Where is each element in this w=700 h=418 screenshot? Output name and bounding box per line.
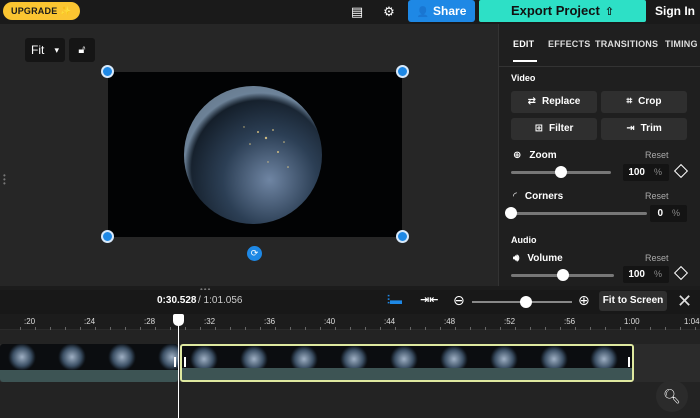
trim-icon: ⇥ xyxy=(626,123,635,134)
filter-button[interactable]: ⊞ Filter xyxy=(511,118,597,140)
rotate-handle[interactable]: ⟳ xyxy=(247,246,262,261)
total-duration: / 1:01.056 xyxy=(198,295,243,306)
crop-button[interactable]: ⌗ Crop xyxy=(601,91,687,113)
timeline-tracks xyxy=(0,330,700,418)
tab-edit[interactable]: EDIT xyxy=(513,39,534,49)
tab-timing[interactable]: TIMING xyxy=(665,39,698,49)
ruler-label: :20 xyxy=(24,317,36,326)
export-icon: ⇧ xyxy=(604,6,615,18)
video-section-title: Video xyxy=(511,73,536,83)
volume-label: 🔊︎ Volume xyxy=(513,253,563,264)
ruler-label: :32 xyxy=(204,317,216,326)
close-icon[interactable]: ✕ xyxy=(677,290,692,312)
clip-trim-handle-left[interactable] xyxy=(184,357,186,367)
volume-reset-button[interactable]: Reset xyxy=(645,253,669,263)
volume-keyframe-button[interactable] xyxy=(673,265,689,281)
tab-transitions[interactable]: TRANSITIONS xyxy=(595,39,658,49)
zoom-icon: ⊕ xyxy=(513,150,522,161)
timeline-toolbar: 0:30.528 / 1:01.056 ⫶▬ ⇥⇤ ⊖ ⊕ Fit to Scr… xyxy=(0,290,700,314)
zoom-out-icon[interactable]: ⊖ xyxy=(453,292,465,309)
ruler-label: :24 xyxy=(84,317,96,326)
crop-icon: ⌗ xyxy=(626,96,633,107)
resize-handle-top-right[interactable] xyxy=(396,65,409,78)
filter-icon: ⊞ xyxy=(534,123,543,134)
sparkle-icon: ✨ xyxy=(60,6,72,16)
clip-thumbnails xyxy=(0,344,178,370)
corners-slider[interactable] xyxy=(511,212,647,215)
ruler-label: :36 xyxy=(264,317,276,326)
unlock-icon: 🔓︎ xyxy=(78,44,86,56)
trim-button[interactable]: ⇥ Trim xyxy=(601,118,687,140)
video-clip[interactable] xyxy=(0,344,178,382)
replace-icon: ⇄ xyxy=(527,96,537,107)
ruler-label: 1:04 xyxy=(684,317,700,326)
search-icon: 🔍︎ xyxy=(663,388,681,404)
resize-handle-bottom-right[interactable] xyxy=(396,230,409,243)
corners-value-field[interactable]: 0% xyxy=(650,205,687,222)
resize-handle-top-left[interactable] xyxy=(101,65,114,78)
speaker-icon: 🔊︎ xyxy=(513,253,520,264)
ruler-label: :48 xyxy=(444,317,456,326)
share-button[interactable]: 👤 Share xyxy=(408,0,475,22)
vertical-splitter[interactable]: • • • xyxy=(3,172,6,188)
zoom-reset-button[interactable]: Reset xyxy=(645,150,669,160)
rotate-icon: ⟳ xyxy=(250,248,259,258)
ruler-label: 1:00 xyxy=(624,317,640,326)
close-gaps-icon[interactable]: ⇥⇤ xyxy=(420,293,438,306)
preview-area: Fit ▾ 🔓︎ • • • ⟳ xyxy=(0,24,498,286)
replace-button[interactable]: ⇄ Replace xyxy=(511,91,597,113)
chevron-down-icon: ▾ xyxy=(54,45,59,55)
aspect-lock-button[interactable]: 🔓︎ xyxy=(69,38,95,62)
playhead-line[interactable] xyxy=(178,318,179,418)
earth-video-frame xyxy=(184,86,322,224)
divider xyxy=(499,66,700,67)
export-project-button[interactable]: Export Project ⇧ xyxy=(479,0,646,22)
zoom-label: ⊕ Zoom xyxy=(513,150,557,161)
corners-slider-thumb[interactable] xyxy=(505,207,517,219)
playhead-handle[interactable] xyxy=(173,314,184,326)
properties-panel: EDIT EFFECTS TRANSITIONS TIMING Video ⇄ R… xyxy=(498,24,700,286)
volume-slider-thumb[interactable] xyxy=(556,269,569,281)
search-button[interactable]: 🔍︎ xyxy=(656,380,688,412)
ruler-label: :56 xyxy=(564,317,576,326)
corners-label: ◜ Corners xyxy=(513,191,564,202)
zoom-keyframe-button[interactable] xyxy=(673,163,689,179)
ruler-label: :28 xyxy=(144,317,156,326)
sign-in-link[interactable]: Sign In xyxy=(655,0,695,22)
zoom-slider-thumb[interactable] xyxy=(555,166,567,178)
selected-video-clip[interactable] xyxy=(180,344,634,382)
timeline-ruler[interactable]: :20 :24 :28 :32 :36 :40 :44 :48 :52 :56 1:00 1:04 xyxy=(0,314,700,330)
clip-audio-bar xyxy=(182,368,632,380)
clip-audio-bar xyxy=(0,370,178,382)
zoom-in-icon[interactable]: ⊕ xyxy=(578,292,590,309)
ruler-label: :52 xyxy=(504,317,516,326)
active-tab-indicator xyxy=(513,60,537,62)
corner-radius-icon: ◜ xyxy=(513,191,517,202)
panel-tabs: EDIT EFFECTS TRANSITIONS TIMING xyxy=(499,24,700,66)
ruler-label: :40 xyxy=(324,317,336,326)
current-time: 0:30.528 xyxy=(157,295,197,306)
clip-trim-handle-right[interactable] xyxy=(174,357,176,367)
upgrade-button[interactable]: UPGRADE ✨ xyxy=(3,2,80,20)
clip-trim-handle-right[interactable] xyxy=(628,357,630,367)
fit-to-screen-button[interactable]: Fit to Screen xyxy=(599,291,667,311)
fit-dropdown[interactable]: Fit ▾ xyxy=(25,38,65,62)
video-canvas[interactable] xyxy=(108,72,402,237)
tab-effects[interactable]: EFFECTS xyxy=(548,39,590,49)
ruler-label: :44 xyxy=(384,317,396,326)
corners-reset-button[interactable]: Reset xyxy=(645,191,669,201)
gear-icon[interactable]: ⚙ xyxy=(380,3,398,21)
comment-icon[interactable]: ▤ xyxy=(348,3,366,21)
split-icon[interactable]: ⫶▬ xyxy=(387,293,402,308)
timeline-zoom-thumb[interactable] xyxy=(520,296,532,308)
zoom-value-field[interactable]: 100% xyxy=(623,164,669,181)
volume-value-field[interactable]: 100% xyxy=(623,266,669,283)
audio-section-title: Audio xyxy=(511,235,537,245)
add-user-icon: 👤 xyxy=(416,7,430,18)
top-bar: UPGRADE ✨ ▤ ⚙ 👤 Share Export Project ⇧ Sign… xyxy=(0,0,700,24)
resize-handle-bottom-left[interactable] xyxy=(101,230,114,243)
